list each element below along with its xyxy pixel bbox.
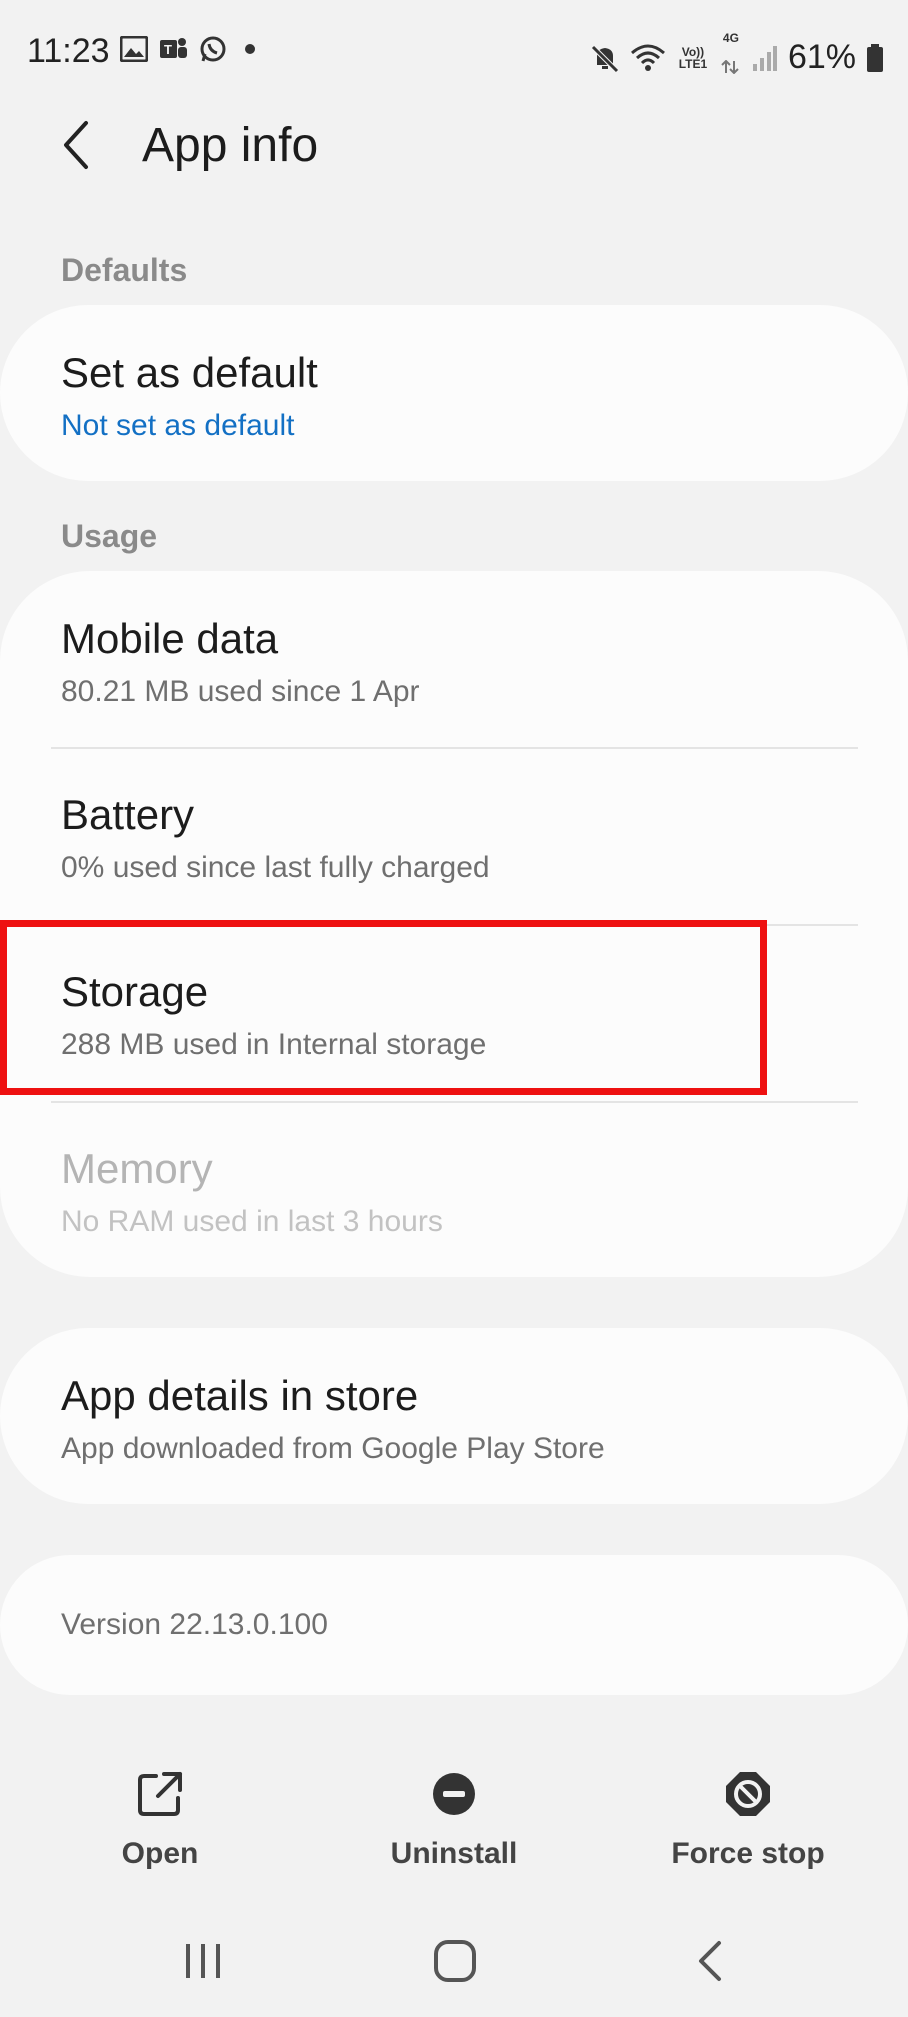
mute-icon bbox=[591, 44, 619, 73]
force-stop-label: Force stop bbox=[671, 1837, 825, 1870]
teams-icon: T bbox=[160, 38, 187, 58]
force-stop-button[interactable]: Force stop bbox=[618, 1760, 878, 1890]
version-card: Version 22.13.0.100 bbox=[0, 1555, 908, 1695]
app-bar bbox=[0, 104, 908, 224]
navigation-bar bbox=[0, 1905, 908, 2017]
notification-icons: T bbox=[120, 34, 258, 64]
mobile-data-title: Mobile data bbox=[61, 615, 279, 662]
set-as-default-title: Set as default bbox=[61, 349, 318, 396]
nav-back-button[interactable] bbox=[660, 1930, 760, 1992]
network-label: 4G bbox=[722, 31, 739, 45]
set-as-default-item[interactable]: Set as default Not set as default bbox=[0, 305, 908, 481]
battery-item[interactable]: Battery 0% used since last fully charged bbox=[0, 749, 908, 925]
store-subtitle: App downloaded from Google Play Store bbox=[61, 1432, 605, 1465]
battery-percent: 61% bbox=[787, 38, 856, 76]
open-button[interactable]: Open bbox=[30, 1760, 290, 1890]
status-right: Vo)) LTE1 4G 61% bbox=[590, 32, 884, 83]
section-header-usage: Usage bbox=[61, 518, 158, 554]
store-title: App details in store bbox=[61, 1372, 419, 1419]
uninstall-label: Uninstall bbox=[390, 1837, 518, 1870]
status-time: 11:23 bbox=[27, 32, 110, 70]
defaults-card: Set as default Not set as default bbox=[0, 305, 908, 481]
home-icon bbox=[434, 1940, 476, 1982]
storage-title: Storage bbox=[61, 968, 209, 1015]
gallery-icon bbox=[120, 36, 148, 62]
battery-icon bbox=[867, 43, 883, 72]
set-as-default-subtitle: Not set as default bbox=[61, 409, 295, 442]
open-label: Open bbox=[121, 1837, 199, 1870]
storage-item[interactable]: Storage 288 MB used in Internal storage bbox=[0, 926, 908, 1102]
usage-card: Mobile data 80.21 MB used since 1 Apr Ba… bbox=[0, 571, 908, 1277]
uninstall-button[interactable]: Uninstall bbox=[324, 1760, 584, 1890]
back-icon bbox=[699, 1941, 721, 1981]
section-header-defaults: Defaults bbox=[61, 252, 188, 288]
wifi-icon bbox=[630, 44, 665, 71]
memory-subtitle: No RAM used in last 3 hours bbox=[61, 1205, 443, 1238]
bottom-actions: Open Uninstall Force stop bbox=[0, 1760, 908, 1890]
battery-subtitle: 0% used since last fully charged bbox=[61, 851, 490, 884]
memory-title: Memory bbox=[61, 1145, 213, 1192]
mobile-data-subtitle: 80.21 MB used since 1 Apr bbox=[61, 675, 420, 708]
back-button[interactable] bbox=[52, 115, 102, 175]
volte-label: Vo)) LTE1 bbox=[678, 44, 708, 71]
svg-text:T: T bbox=[164, 42, 172, 57]
status-bar: 11:23 T Vo)) LTE1 4G 61% bbox=[0, 0, 908, 104]
memory-item: Memory No RAM used in last 3 hours bbox=[0, 1103, 908, 1277]
open-external-icon bbox=[138, 1772, 182, 1816]
stop-icon bbox=[726, 1772, 770, 1816]
storage-subtitle: 288 MB used in Internal storage bbox=[61, 1028, 487, 1061]
battery-title: Battery bbox=[61, 791, 195, 838]
recent-apps-icon bbox=[186, 1944, 220, 1978]
dot-icon bbox=[245, 44, 255, 54]
chevron-left-icon bbox=[64, 121, 88, 169]
volte-indicator: Vo)) LTE1 bbox=[676, 46, 710, 70]
mobile-data-item[interactable]: Mobile data 80.21 MB used since 1 Apr bbox=[0, 571, 908, 747]
version-text: Version 22.13.0.100 bbox=[61, 1608, 328, 1641]
whatsapp-icon bbox=[200, 36, 226, 62]
minus-circle-icon bbox=[433, 1773, 475, 1815]
signal-icon bbox=[752, 45, 777, 71]
home-button[interactable] bbox=[405, 1930, 505, 1992]
store-card: App details in store App downloaded from… bbox=[0, 1328, 908, 1504]
app-details-in-store-item[interactable]: App details in store App downloaded from… bbox=[0, 1328, 908, 1504]
network-indicator: 4G bbox=[720, 32, 742, 83]
recent-apps-button[interactable] bbox=[153, 1930, 253, 1992]
page-title: App info bbox=[142, 119, 319, 172]
data-arrows-icon bbox=[721, 59, 739, 75]
